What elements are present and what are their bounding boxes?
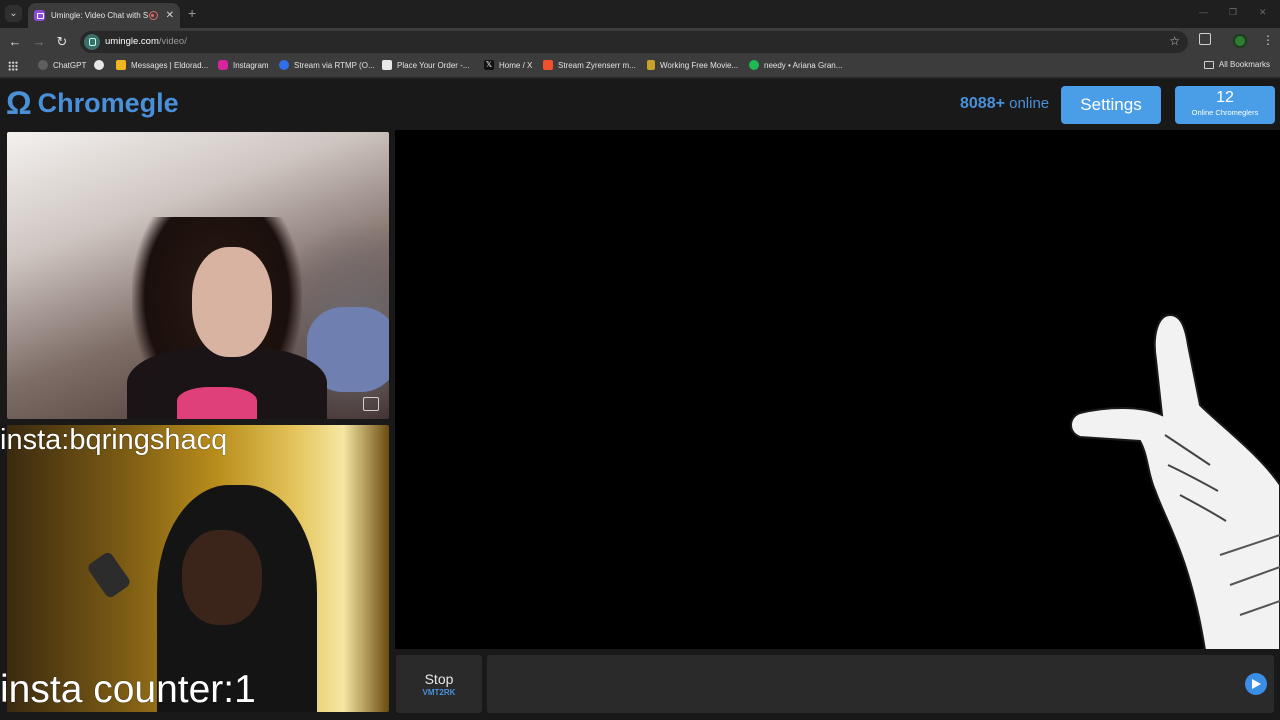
site-logo[interactable]: Ω Chromegle: [6, 87, 179, 119]
stop-label: Stop: [424, 671, 454, 687]
chromeglers-label: Online Chromeglers: [1191, 108, 1259, 117]
online-chromeglers-button[interactable]: 12 Online Chromeglers: [1175, 86, 1275, 124]
page: Ω Chromegle 8088+ online Settings 12 Onl…: [0, 79, 1280, 720]
bookmark-favicon-icon: [647, 60, 655, 70]
bookmark-item[interactable]: ChatGPT: [38, 60, 86, 70]
bookmark-favicon-icon: [38, 60, 48, 70]
online-label: online: [1009, 95, 1050, 112]
bookmark-item[interactable]: 𝕏 Home / X: [484, 60, 532, 70]
browser-menu-icon[interactable]: ⋮: [1262, 33, 1274, 47]
tab-strip: ⌄ Umingle: Video Chat with Stran ✕ + — ❐…: [0, 0, 1280, 28]
close-window-icon[interactable]: ✕: [1259, 7, 1267, 18]
insta-counter-overlay: insta counter:1: [0, 668, 256, 711]
forward-button[interactable]: →: [31, 34, 47, 50]
instagram-icon: [218, 60, 228, 70]
tab-title: Umingle: Video Chat with Stran: [51, 11, 148, 20]
tab-search-icon[interactable]: ⌄: [5, 5, 22, 22]
stranger-video: [7, 132, 389, 419]
globe-icon: [94, 60, 104, 70]
reload-button[interactable]: ↻: [54, 34, 70, 50]
chat-message-input[interactable]: [487, 655, 1274, 713]
bookmarks-bar: ChatGPT Messages | Eldorad... Instagram …: [0, 56, 1280, 78]
x-logo-icon: 𝕏: [484, 60, 494, 70]
bookmark-item[interactable]: Working Free Movie...: [647, 60, 738, 70]
online-count: 8088+: [960, 95, 1005, 112]
apps-grid-icon[interactable]: [8, 61, 18, 71]
tab-active[interactable]: Umingle: Video Chat with Stran ✕: [28, 3, 180, 28]
tab-close-icon[interactable]: ✕: [166, 10, 174, 21]
report-flag-icon[interactable]: [363, 397, 379, 411]
spotify-icon: [749, 60, 759, 70]
profile-avatar[interactable]: [1233, 34, 1247, 48]
video-person-clothing: [177, 387, 257, 419]
insta-tag-overlay: insta:bqringshacq: [0, 424, 228, 456]
main-video: [395, 130, 1280, 649]
maximize-icon[interactable]: ❐: [1229, 7, 1237, 18]
send-message-button[interactable]: [1245, 673, 1267, 695]
stop-code: VMT2RK: [422, 688, 456, 697]
logo-text: Chromegle: [37, 87, 179, 118]
bookmark-item[interactable]: Stream via RTMP (O...: [279, 60, 375, 70]
settings-button[interactable]: Settings: [1061, 86, 1161, 124]
bookmark-item[interactable]: needy • Ariana Gran...: [749, 60, 842, 70]
video-microphone: [86, 550, 132, 600]
bookmark-favicon-icon: [543, 60, 553, 70]
online-counter: 8088+ online: [960, 95, 1049, 113]
site-info-icon[interactable]: [84, 34, 100, 50]
site-favicon-icon: [34, 10, 45, 21]
recording-icon: [148, 11, 158, 20]
stop-button[interactable]: Stop VMT2RK: [396, 655, 482, 713]
bookmark-item[interactable]: Instagram: [218, 60, 269, 70]
bookmark-item[interactable]: [94, 60, 109, 70]
bookmark-favicon-icon: [382, 60, 392, 70]
bookmark-item[interactable]: Stream Zyrenserr m...: [543, 60, 636, 70]
new-tab-button[interactable]: +: [188, 5, 196, 21]
bookmark-item[interactable]: Messages | Eldorad...: [116, 60, 208, 70]
omega-logo-icon: Ω: [6, 85, 32, 121]
bookmark-star-icon[interactable]: ☆: [1169, 34, 1180, 48]
all-bookmarks-button[interactable]: All Bookmarks: [1203, 60, 1270, 69]
bookmark-favicon-icon: [279, 60, 289, 70]
chromeglers-count: 12: [1216, 89, 1234, 106]
video-person-face: [192, 247, 272, 357]
pointing-hand-image: [1070, 313, 1280, 649]
minimize-icon[interactable]: —: [1199, 7, 1208, 17]
url-text: umingle.com/video/: [105, 36, 187, 47]
browser-toolbar: ← → ↻ umingle.com/video/ ☆: [0, 28, 1280, 56]
folder-icon: [1203, 60, 1214, 69]
back-button[interactable]: ←: [7, 34, 23, 50]
extensions-icon[interactable]: [1199, 33, 1211, 45]
video-person-face: [182, 530, 262, 625]
address-bar[interactable]: umingle.com/video/ ☆: [80, 31, 1188, 53]
bookmark-favicon-icon: [116, 60, 126, 70]
bookmark-item[interactable]: Place Your Order -...: [382, 60, 469, 70]
